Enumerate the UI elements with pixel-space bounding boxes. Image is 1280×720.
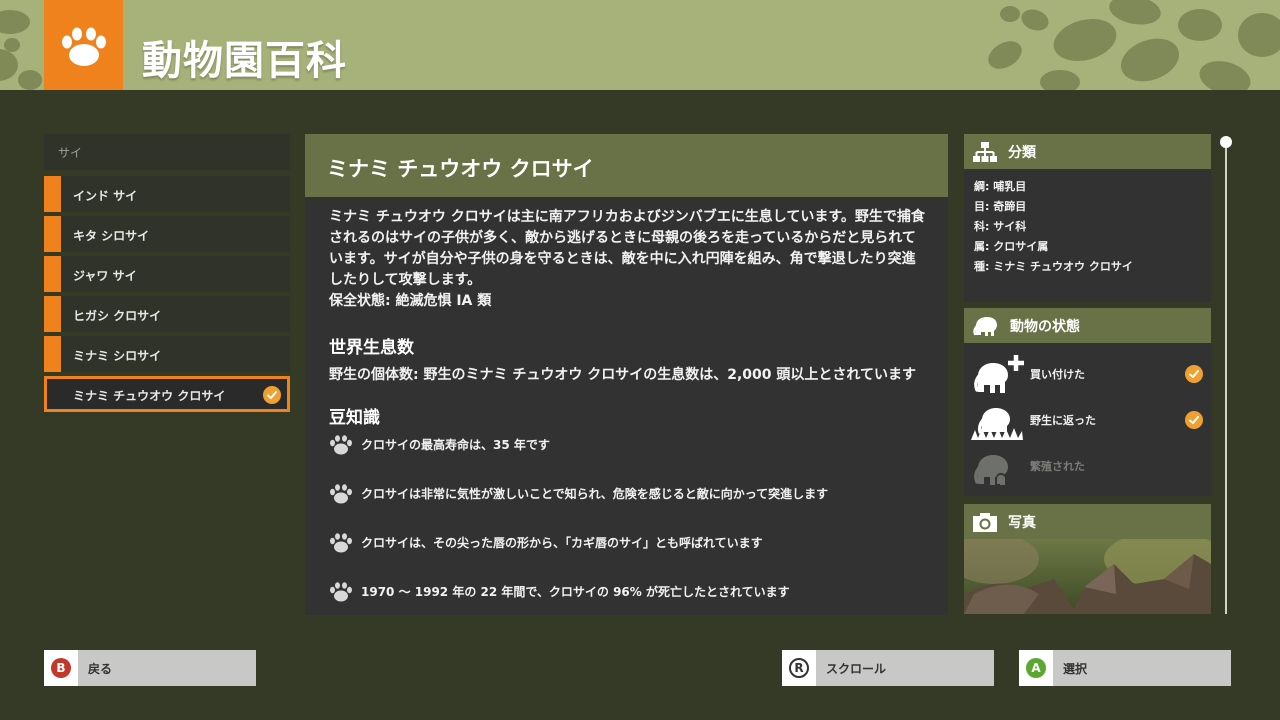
trivia-text: 1970 ～ 1992 年の 22 年間で、クロサイの 96% が死亡したとされ… <box>361 584 790 599</box>
trivia-item: クロサイは、その尖った唇の形から、「カギ唇のサイ」とも呼ばれています <box>329 531 928 555</box>
r-key-glyph: R <box>789 658 809 678</box>
paw-badge <box>44 0 123 90</box>
trivia-text: クロサイの最高寿命は、35 年です <box>361 437 550 452</box>
status-label: 繁殖された <box>1030 460 1085 473</box>
elephant-baby-icon <box>974 455 1008 485</box>
list-item[interactable]: ジャワ サイ <box>44 256 290 292</box>
list-item-label: インド サイ <box>73 189 138 203</box>
rhino-photo[interactable] <box>964 539 1211 614</box>
classification-header: 分類 <box>964 134 1211 169</box>
species-row: 種: ミナミ チュウオウ クロサイ <box>974 260 1133 273</box>
trivia-heading: 豆知識 <box>329 408 380 428</box>
header-bar: 動物園百科 <box>0 0 1280 90</box>
category-label: サイ <box>44 134 290 170</box>
page-title: 動物園百科 <box>142 38 347 84</box>
detail-body: ミナミ チュウオウ クロサイは主に南アフリカおよびジンバブエに生息しています。野… <box>305 197 948 604</box>
genus-row: 属: クロサイ属 <box>974 240 1049 253</box>
list-item-label: ヒガシ クロサイ <box>73 309 162 323</box>
trivia-text: クロサイは非常に気性が激しいことで知られ、危険を感じると敵に向かって突進します <box>361 486 829 501</box>
photo-panel[interactable]: 写真 <box>964 504 1211 614</box>
description-text: ミナミ チュウオウ クロサイは主に南アフリカおよびジンバブエに生息しています。野… <box>329 209 925 288</box>
hierarchy-icon <box>973 141 997 162</box>
list-item-label: キタ シロサイ <box>73 229 150 243</box>
list-item-selected[interactable]: ミナミ チュウオウ クロサイ <box>44 376 290 412</box>
elephant-icon <box>973 316 997 336</box>
select-button-label: 選択 <box>1063 661 1088 676</box>
elephant-grass-icon <box>971 408 1023 440</box>
a-key-glyph: A <box>1026 658 1046 678</box>
trivia-text: クロサイは、その尖った唇の形から、「カギ唇のサイ」とも呼ばれています <box>361 535 763 550</box>
population-heading: 世界生息数 <box>329 338 414 358</box>
list-item-label: ミナミ チュウオウ クロサイ <box>73 389 226 403</box>
detail-panel[interactable]: ミナミ チュウオウ クロサイ ミナミ チュウオウ クロサイは主に南アフリカおよび… <box>305 134 948 615</box>
detail-title: ミナミ チュウオウ クロサイ <box>305 134 948 197</box>
list-item[interactable]: ミナミ シロサイ <box>44 336 290 372</box>
list-item-label: ミナミ シロサイ <box>73 349 162 363</box>
classification-heading: 分類 <box>1008 144 1036 161</box>
paw-icon <box>330 533 352 553</box>
photo-heading: 写真 <box>1008 514 1036 531</box>
b-key-glyph: B <box>51 658 71 678</box>
list-item[interactable]: キタ シロサイ <box>44 216 290 252</box>
class-row: 綱: 哺乳目 <box>974 180 1027 193</box>
list-item[interactable]: インド サイ <box>44 176 290 212</box>
elephant-plus-icon <box>974 355 1024 393</box>
paw-icon <box>330 484 352 504</box>
b-button-icon: B <box>44 650 78 686</box>
photo-header: 写真 <box>964 504 1211 539</box>
list-item-label: ジャワ サイ <box>73 269 137 283</box>
scrollbar-track[interactable] <box>1225 144 1227 614</box>
status-label: 野生に返った <box>1030 414 1096 427</box>
a-button-icon: A <box>1019 650 1053 686</box>
family-row: 科: サイ科 <box>974 220 1027 233</box>
status-heading: 動物の状態 <box>1010 318 1080 335</box>
conservation-status: 保全状態: 絶滅危惧 IA 類 <box>329 293 492 309</box>
status-row-purchased: 買い付けた <box>970 351 1203 397</box>
check-icon <box>263 386 281 404</box>
check-icon <box>1185 365 1203 383</box>
status-row-released: 野生に返った <box>970 397 1203 443</box>
status-body: 買い付けた 野生に返った 繁殖された <box>964 343 1211 496</box>
list-item[interactable]: ヒガシ クロサイ <box>44 296 290 332</box>
status-row-bred: 繁殖された <box>970 443 1203 489</box>
status-label: 買い付けた <box>1030 368 1085 381</box>
population-text: 野生の個体数: 野生のミナミ チュウオウ クロサイの生息数は、2,000 頭以上… <box>329 367 916 383</box>
scrollbar-thumb[interactable] <box>1220 136 1232 148</box>
classification-body: 綱: 哺乳目 目: 奇蹄目 科: サイ科 属: クロサイ属 種: ミナミ チュウ… <box>964 169 1211 302</box>
select-button[interactable]: A 選択 <box>1019 650 1231 686</box>
check-icon <box>1185 411 1203 429</box>
scroll-button-label: スクロール <box>826 661 887 676</box>
scroll-button[interactable]: R スクロール <box>782 650 994 686</box>
classification-panel: 分類 綱: 哺乳目 目: 奇蹄目 科: サイ科 属: クロサイ属 種: ミナミ … <box>964 134 1211 302</box>
trivia-item: クロサイは非常に気性が激しいことで知られ、危険を感じると敵に向かって突進します <box>329 482 928 506</box>
paw-icon <box>330 435 352 455</box>
right-stick-icon: R <box>782 650 816 686</box>
trivia-item: 1970 ～ 1992 年の 22 年間で、クロサイの 96% が死亡したとされ… <box>329 580 928 604</box>
rhino-photo-image <box>964 539 1211 614</box>
back-button-label: 戻る <box>88 661 113 676</box>
camera-icon <box>973 512 997 532</box>
status-panel: 動物の状態 買い付けた 野生に返った 繁殖された <box>964 308 1211 496</box>
species-list: サイ インド サイ キタ シロサイ ジャワ サイ ヒガシ クロサイ ミナミ シロ… <box>44 134 290 416</box>
paw-icon <box>330 582 352 602</box>
back-button[interactable]: B 戻る <box>44 650 256 686</box>
trivia-item: クロサイの最高寿命は、35 年です <box>329 433 928 457</box>
status-header: 動物の状態 <box>964 308 1211 343</box>
order-row: 目: 奇蹄目 <box>974 200 1027 213</box>
